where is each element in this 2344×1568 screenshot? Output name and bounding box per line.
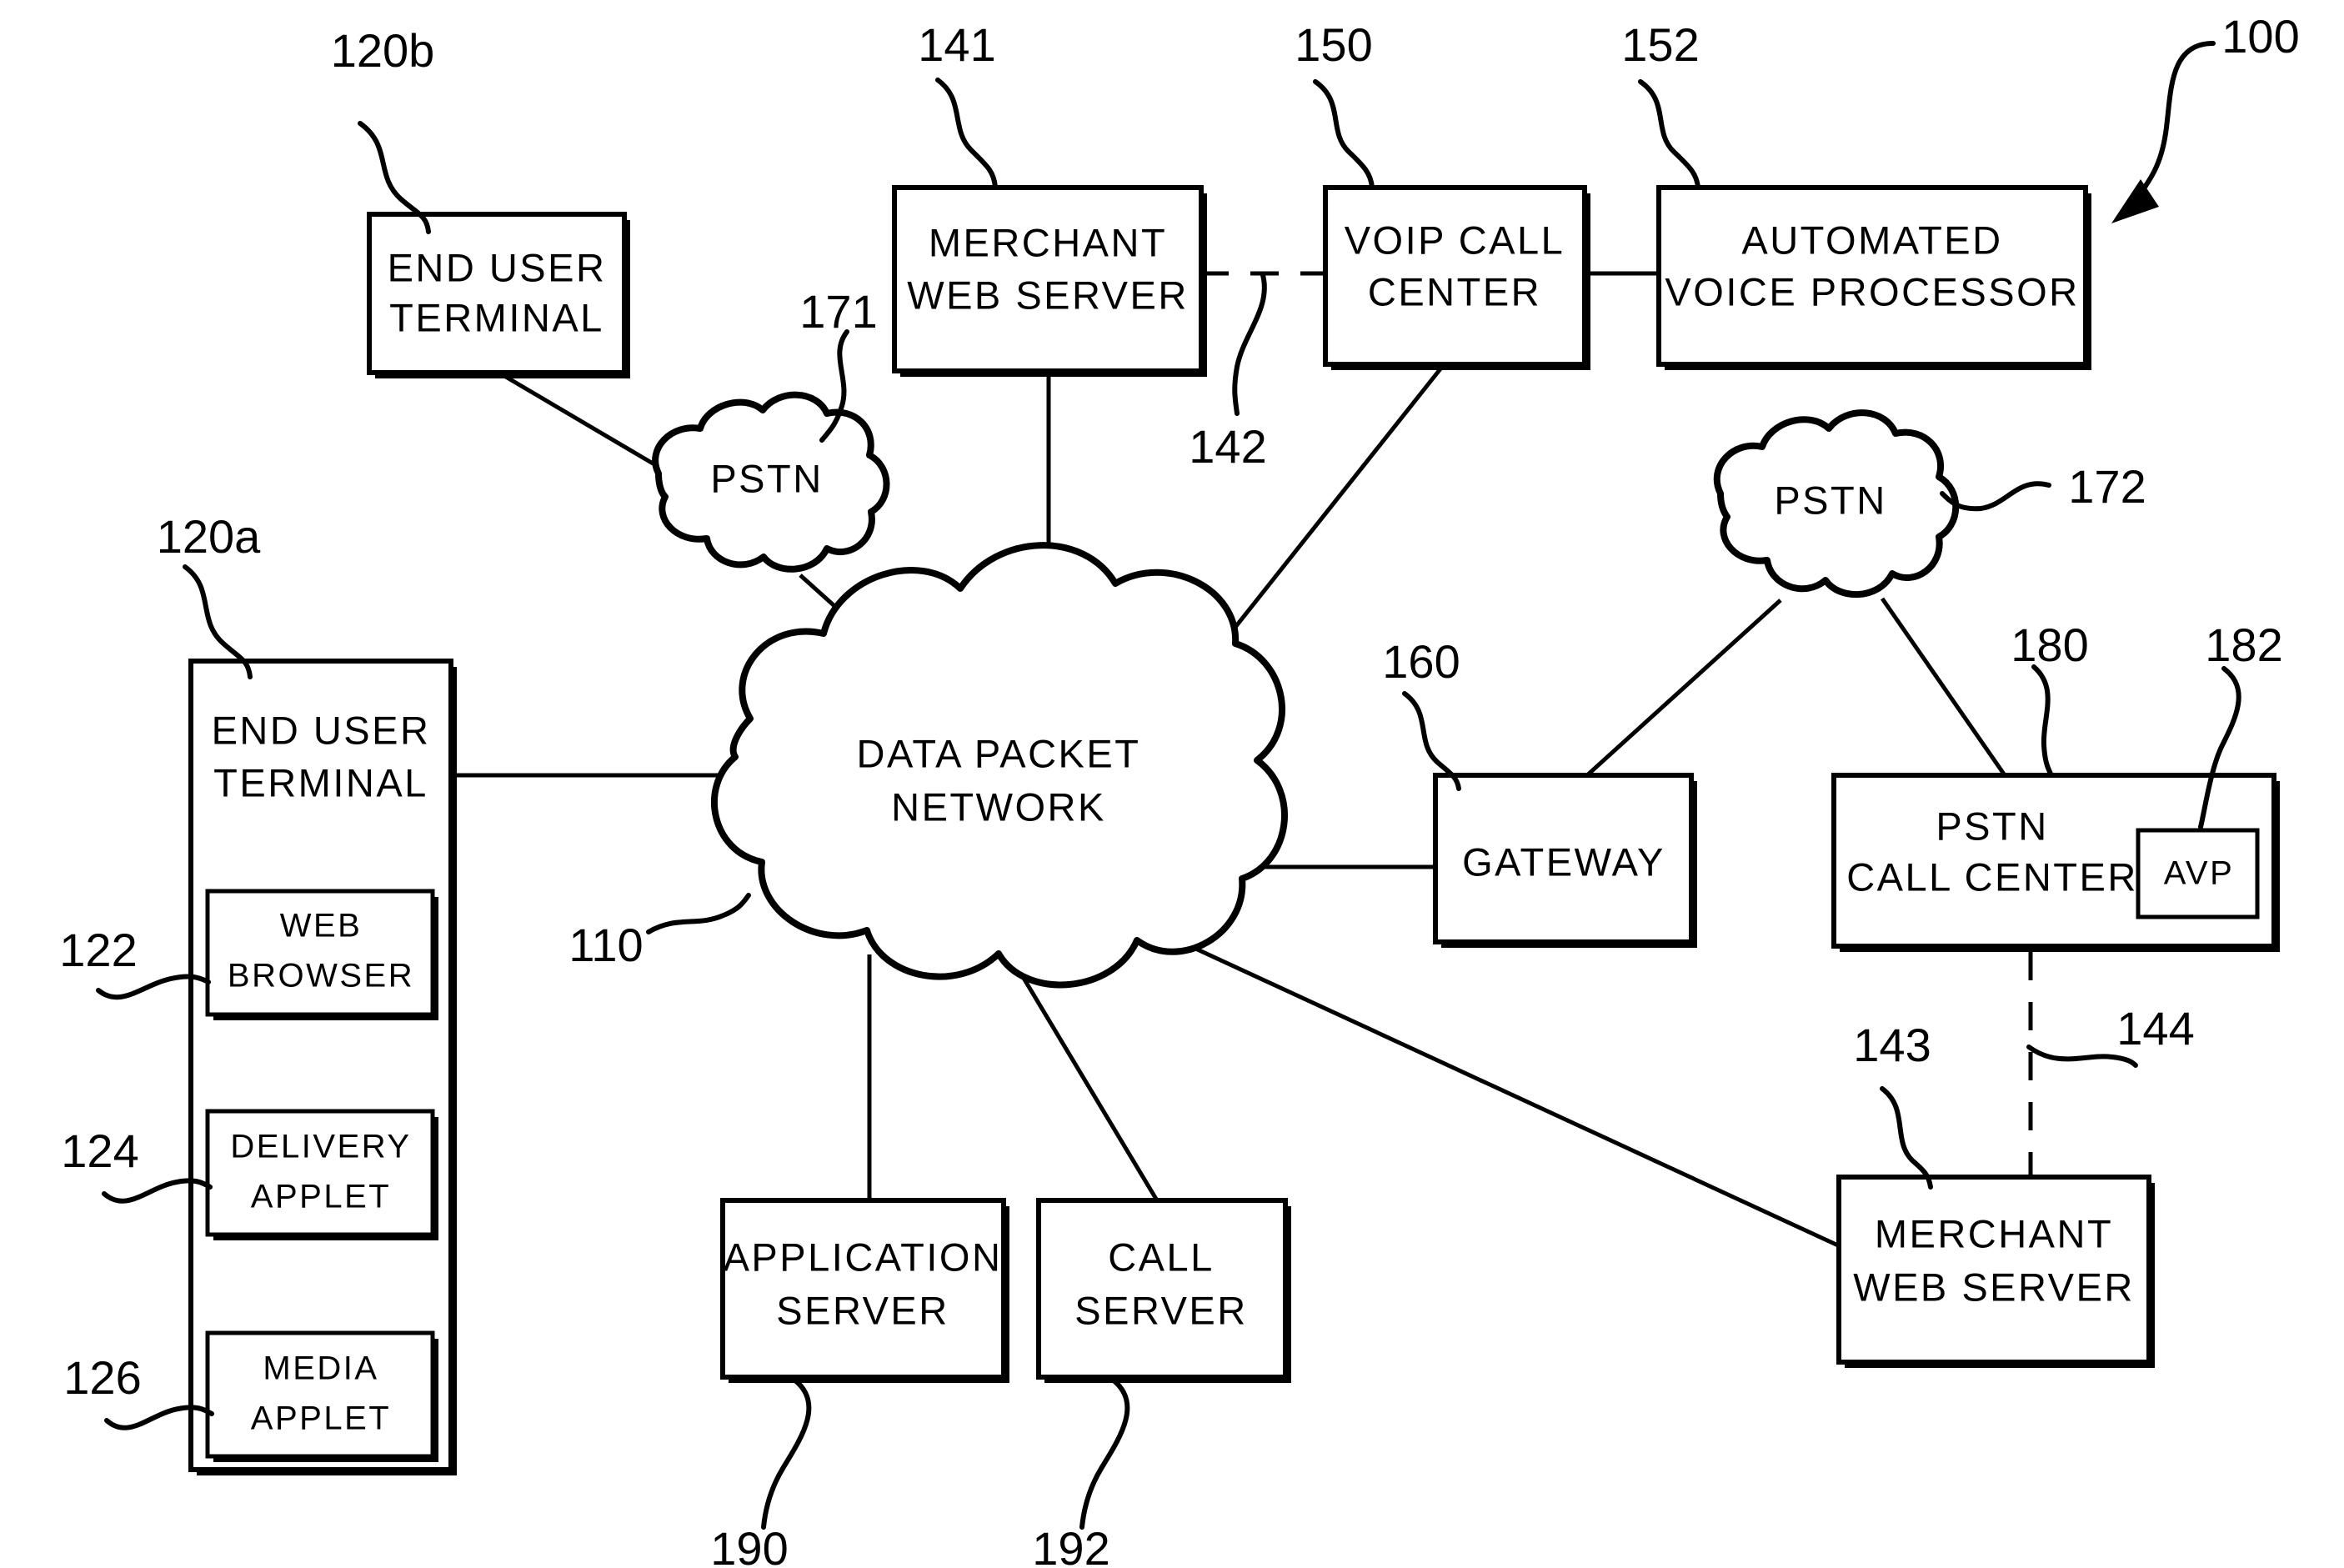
media-applet-label-line1: MEDIA (263, 1350, 378, 1387)
application-server-label-line1: APPLICATION (724, 1235, 1003, 1279)
link-voip-to-network (1209, 365, 1444, 660)
terminal-a-label-line2: TERMINAL (213, 760, 428, 804)
node-application-server[interactable]: APPLICATION SERVER 190 (710, 1198, 1009, 1568)
ref-171: 171 (799, 285, 877, 338)
link-pstn-right-to-gateway (1585, 599, 1782, 777)
node-media-applet[interactable]: MEDIA APPLET 126 (63, 1330, 438, 1462)
ref-180: 180 (2011, 619, 2088, 671)
node-end-user-terminal-a[interactable]: END USER TERMINAL 120a WEB BROWSER 122 D… (59, 510, 457, 1475)
network-label-line2: NETWORK (891, 784, 1106, 829)
gateway-label: GATEWAY (1462, 839, 1665, 884)
ref-144: 144 (2116, 1002, 2194, 1055)
ref-172-leader (1940, 481, 2051, 512)
figure-100-arrowhead (2111, 179, 2159, 223)
ref-120b: 120b (331, 24, 435, 77)
node-voip-call-center[interactable]: VOIP CALL CENTER 150 (1295, 18, 1590, 370)
avproc-label-line1: AUTOMATED (1741, 218, 2002, 262)
ref-150-leader (1313, 79, 1375, 189)
ref-126: 126 (63, 1351, 141, 1404)
node-merchant-web-server-top[interactable]: MERCHANT WEB SERVER 141 (892, 18, 1207, 377)
merchant-bottom-label-line2: WEB SERVER (1853, 1265, 2135, 1309)
ref-192-leader (1079, 1378, 1130, 1530)
merchant-bottom-label-line1: MERCHANT (1875, 1211, 2113, 1255)
media-applet-label-line2: APPLET (251, 1400, 391, 1437)
node-pstn-call-center[interactable]: PSTN CALL CENTER 180 AVP 182 (1831, 619, 2283, 952)
node-merchant-web-server-bottom[interactable]: MERCHANT WEB SERVER 143 (1836, 1019, 2155, 1368)
pstn-call-center-label-line1: PSTN (1936, 804, 2048, 848)
web-browser-label-line2: BROWSER (228, 958, 414, 994)
ref-152: 152 (1621, 18, 1699, 71)
ref-172: 172 (2068, 460, 2146, 513)
ref-110: 110 (568, 919, 643, 971)
link-pstn-right-to-pstn-call-center (1880, 597, 2007, 777)
web-browser-label-line1: WEB (280, 908, 363, 944)
merchant-top-label-line2: WEB SERVER (907, 273, 1189, 317)
link-terminal-b-to-pstn-left (498, 371, 660, 469)
patent-figure-100: 100 END USER TERMINAL 120b PSTN 171 MERC… (0, 0, 2344, 1568)
node-pstn-right[interactable]: PSTN 172 (1713, 409, 2146, 599)
ref-100: 100 (2221, 10, 2299, 63)
delivery-applet-label-line1: DELIVERY (230, 1129, 411, 1165)
ref-190: 190 (710, 1522, 788, 1568)
terminal-b-label-line2: TERMINAL (389, 295, 604, 339)
avproc-label-line2: VOICE PROCESSOR (1665, 269, 2079, 313)
figure-reference-100: 100 (2111, 10, 2300, 223)
terminal-b-label-line1: END USER (388, 245, 607, 289)
pstn-call-center-label-line2: CALL CENTER (1846, 854, 2138, 899)
node-data-packet-network[interactable]: DATA PACKET NETWORK 110 (568, 542, 1288, 989)
link-network-to-call-server (1004, 949, 1159, 1202)
delivery-applet-label-line2: APPLET (251, 1179, 391, 1215)
ref-144-group: 144 (2026, 1002, 2195, 1068)
ref-190-leader (761, 1378, 812, 1530)
node-end-user-terminal-b[interactable]: END USER TERMINAL 120b (331, 24, 630, 378)
ref-152-leader (1638, 79, 1700, 189)
ref-124: 124 (61, 1125, 138, 1177)
voip-label-line2: CENTER (1368, 269, 1541, 313)
node-call-server[interactable]: CALL SERVER 192 (1032, 1198, 1291, 1568)
node-web-browser[interactable]: WEB BROWSER 122 (59, 889, 438, 1020)
node-delivery-applet[interactable]: DELIVERY APPLET 124 (61, 1109, 438, 1240)
pstn-left-label: PSTN (710, 456, 823, 500)
merchant-top-label-line1: MERCHANT (929, 220, 1167, 264)
network-label-line1: DATA PACKET (857, 731, 1141, 775)
ref-150: 150 (1295, 18, 1372, 71)
ref-182: 182 (2205, 619, 2282, 671)
voip-label-line1: VOIP CALL (1345, 218, 1565, 262)
ref-110-leader (646, 893, 751, 934)
application-server-label-line2: SERVER (776, 1288, 949, 1332)
ref-122: 122 (59, 924, 137, 976)
node-gateway[interactable]: GATEWAY 160 (1382, 635, 1697, 948)
node-pstn-left[interactable]: PSTN 171 (652, 285, 890, 573)
ref-160-leader (1402, 691, 1461, 791)
terminal-b-box[interactable] (367, 212, 627, 375)
ref-143-leader (1880, 1086, 1933, 1190)
terminal-a-label-line1: END USER (212, 708, 431, 752)
pstn-right-label: PSTN (1774, 478, 1886, 522)
ref-192: 192 (1032, 1522, 1109, 1568)
ref-180-leader (2031, 664, 2053, 776)
ref-142-leader (1232, 273, 1267, 416)
ref-143: 143 (1853, 1019, 1931, 1071)
avp-label: AVP (2164, 855, 2235, 892)
node-automated-voice-processor[interactable]: AUTOMATED VOICE PROCESSOR 152 (1621, 18, 2091, 370)
ref-141-leader (935, 78, 998, 189)
ref-160: 160 (1382, 635, 1460, 688)
call-server-label-line2: SERVER (1074, 1288, 1247, 1332)
ref-142: 142 (1189, 420, 1266, 473)
call-server-label-line1: CALL (1108, 1235, 1215, 1279)
ref-120a: 120a (157, 510, 261, 563)
ref-141: 141 (918, 18, 995, 71)
